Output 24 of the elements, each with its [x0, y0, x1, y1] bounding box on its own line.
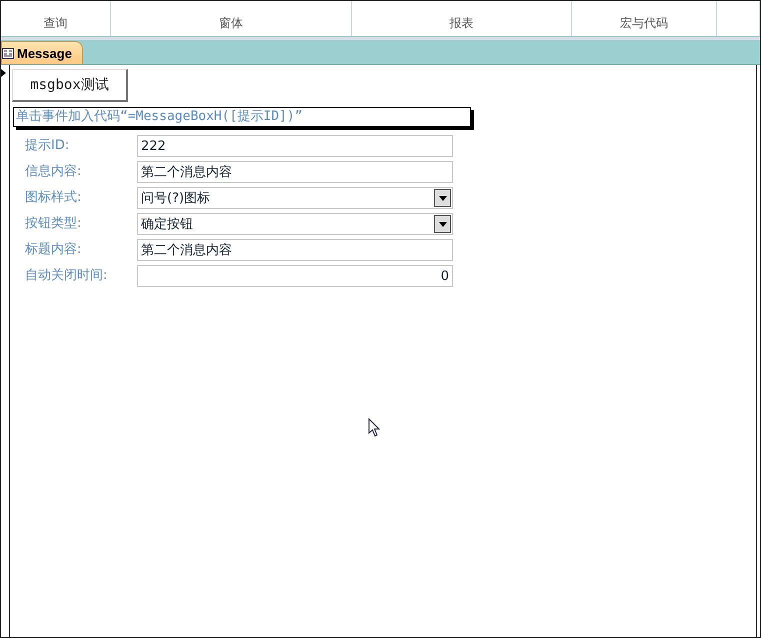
dropdown-icon[interactable]: [434, 189, 451, 207]
field-label: 提示ID:: [25, 137, 70, 155]
group-label: 窗体: [219, 15, 243, 32]
field-label: 按钮类型:: [25, 215, 82, 233]
dropdown-icon[interactable]: [434, 215, 451, 233]
document-tab[interactable]: Message: [1, 41, 83, 64]
combo-box[interactable]: 问号(?)图标: [137, 187, 453, 209]
field-label: 自动关闭时间:: [25, 267, 108, 285]
group-label: 宏与代码: [620, 15, 668, 32]
mouse-cursor-icon: [368, 418, 380, 437]
input-field[interactable]: 0: [137, 265, 453, 287]
msgbox-button[interactable]: msgbox测试: [12, 69, 128, 102]
input-field[interactable]: 222: [137, 135, 453, 157]
group-label: 报表: [450, 15, 474, 32]
field-label: 信息内容:: [25, 163, 82, 181]
group-label: 查询: [44, 15, 68, 32]
input-field[interactable]: 第二个消息内容: [137, 239, 453, 261]
field-label: 标题内容:: [25, 241, 82, 259]
note-label: 单击事件加入代码“=MessageBoxH([提示ID])”: [13, 107, 471, 127]
form-icon: [2, 48, 14, 58]
input-field[interactable]: 第二个消息内容: [137, 161, 453, 183]
field-label: 图标样式:: [25, 189, 82, 207]
combo-box[interactable]: 确定按钮: [137, 213, 453, 235]
record-pointer-icon: [1, 69, 6, 77]
